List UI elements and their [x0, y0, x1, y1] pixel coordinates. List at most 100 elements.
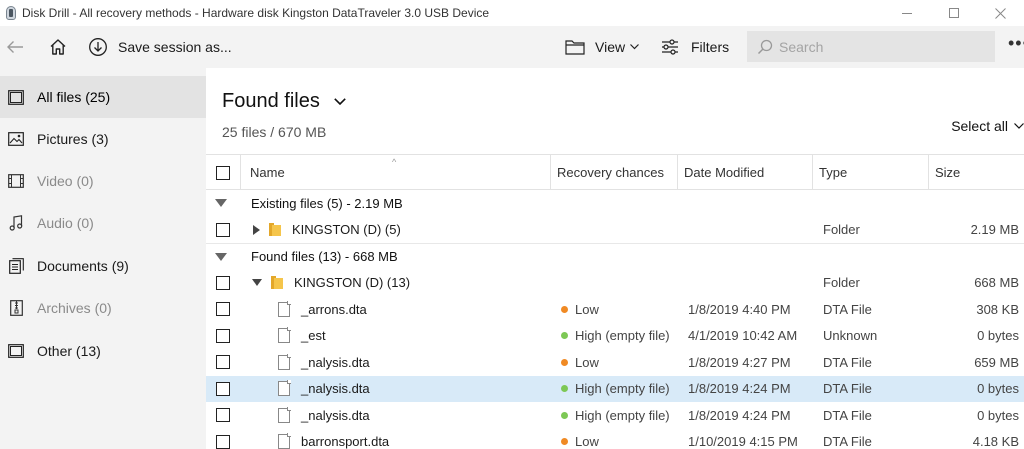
recovery-text: Low — [575, 301, 599, 317]
row-size: 4.18 KB — [972, 434, 1019, 449]
sidebar: All files (25) Pictures (3) Video (0) Au… — [0, 68, 206, 449]
file-icon — [278, 300, 291, 317]
column-header-type[interactable]: Type — [812, 155, 928, 190]
sidebar-item-pictures[interactable]: Pictures (3) — [0, 118, 206, 160]
sidebar-item-other[interactable]: Other (13) — [0, 330, 206, 372]
row-checkbox[interactable] — [216, 355, 230, 369]
close-button[interactable] — [977, 0, 1024, 26]
expanded-triangle-icon[interactable] — [252, 279, 262, 287]
filters-label: Filters — [691, 39, 730, 55]
row-name-text: _nalysis.dta — [301, 407, 370, 423]
video-icon — [8, 173, 24, 189]
column-name-label: Name — [250, 165, 285, 180]
found-files-title-dropdown[interactable]: Found files — [222, 90, 346, 113]
row-size: 668 MB — [974, 275, 1019, 291]
recovery-status-dot — [561, 332, 568, 340]
row-name-text: _nalysis.dta — [301, 354, 370, 370]
row-name: _est — [278, 327, 326, 344]
row-size: 0 bytes — [977, 407, 1019, 423]
close-icon — [995, 7, 1006, 19]
search-box[interactable] — [747, 31, 995, 62]
row-name-text: barronsport.dta — [301, 434, 390, 449]
table-row[interactable]: KINGSTON (D) (5) Folder 2.19 MB — [206, 217, 1024, 244]
toolbar: Save session as... View Filters ••• — [0, 26, 1024, 68]
group-header-existing-files[interactable]: Existing files (5) - 2.19 MB — [206, 190, 1024, 217]
row-name-text: _est — [301, 328, 326, 344]
more-options-button[interactable]: ••• — [1008, 34, 1024, 56]
recovery-text: High (empty file) — [575, 328, 670, 344]
chevron-down-icon — [334, 98, 346, 105]
select-all-dropdown[interactable]: Select all — [951, 118, 1024, 134]
table-header: Name ^ Recovery chances Date Modified Ty… — [206, 154, 1024, 190]
row-size: 308 KB — [976, 301, 1019, 317]
table-row[interactable]: barronsport.dta Low 1/10/2019 4:15 PM DT… — [206, 429, 1024, 449]
row-recovery-chance: Low — [561, 302, 599, 317]
row-recovery-chance: High (empty file) — [561, 381, 670, 396]
row-name: _nalysis.dta — [278, 353, 370, 370]
row-name-text: _nalysis.dta — [301, 381, 370, 397]
sidebar-item-label: Pictures (3) — [37, 131, 109, 147]
column-header-recovery[interactable]: Recovery chances — [550, 155, 677, 190]
row-name: _arrons.dta — [278, 300, 367, 317]
table-row[interactable]: _nalysis.dta Low 1/8/2019 4:27 PM DTA Fi… — [206, 349, 1024, 376]
row-checkbox[interactable] — [216, 222, 230, 237]
column-size-label: Size — [935, 165, 961, 180]
column-header-date[interactable]: Date Modified — [677, 155, 812, 190]
row-name-text: KINGSTON (D) (5) — [292, 222, 401, 238]
filters-button[interactable]: Filters — [661, 33, 729, 61]
title-bar: Disk Drill - All recovery methods - Hard… — [0, 0, 1024, 26]
group-header-found-files[interactable]: Found files (13) - 668 MB — [206, 243, 1024, 270]
table-row[interactable]: KINGSTON (D) (13) Folder 668 MB — [206, 270, 1024, 297]
recovery-text: High (empty file) — [575, 381, 670, 397]
collapse-triangle-icon[interactable] — [215, 252, 227, 261]
disk-drill-app-icon — [5, 6, 17, 20]
sidebar-item-video[interactable]: Video (0) — [0, 160, 206, 202]
sidebar-item-all-files[interactable]: All files (25) — [0, 76, 206, 118]
collapse-triangle-icon[interactable] — [215, 199, 227, 208]
table-row[interactable]: _est High (empty file) 4/1/2019 10:42 AM… — [206, 323, 1024, 350]
sidebar-item-documents[interactable]: Documents (9) — [0, 245, 206, 287]
column-header-size[interactable]: Size — [928, 155, 1024, 190]
main-panel: Found files 25 files / 670 MB Select all… — [206, 68, 1024, 449]
recovery-status-dot — [561, 358, 568, 366]
header-checkbox[interactable] — [216, 165, 230, 180]
back-button[interactable] — [2, 34, 28, 60]
row-checkbox[interactable] — [216, 328, 230, 343]
table-row[interactable]: _arrons.dta Low 1/8/2019 4:40 PM DTA Fil… — [206, 296, 1024, 323]
sort-ascending-icon: ^ — [392, 157, 397, 167]
chevron-down-icon — [630, 44, 640, 50]
sidebar-item-archives[interactable]: Archives (0) — [0, 287, 206, 329]
expand-triangle-icon[interactable] — [253, 224, 260, 235]
row-name-text: KINGSTON (D) (13) — [294, 275, 411, 291]
maximize-button[interactable] — [930, 0, 977, 26]
home-button[interactable] — [44, 34, 72, 60]
sidebar-item-audio[interactable]: Audio (0) — [0, 202, 206, 244]
header-select-all-checkbox-cell[interactable] — [216, 155, 236, 190]
row-name: _nalysis.dta — [278, 406, 370, 423]
minimize-button[interactable] — [883, 0, 930, 26]
row-checkbox[interactable] — [216, 381, 230, 396]
recovery-status-dot — [561, 411, 568, 419]
table-row[interactable]: _nalysis.dta High (empty file) 1/8/2019 … — [206, 402, 1024, 429]
search-input[interactable] — [779, 38, 979, 55]
sidebar-item-label: Documents (9) — [37, 258, 129, 274]
save-session-button[interactable]: Save session as... — [88, 33, 232, 61]
row-checkbox[interactable] — [216, 275, 230, 290]
column-recovery-label: Recovery chances — [557, 165, 664, 180]
home-icon — [50, 39, 66, 55]
other-icon — [8, 343, 24, 359]
search-icon — [757, 39, 773, 54]
folder-outline-icon — [565, 40, 585, 55]
table-row-selected[interactable]: _nalysis.dta High (empty file) 1/8/2019 … — [206, 375, 1024, 402]
row-checkbox[interactable] — [216, 302, 230, 316]
file-table: Name ^ Recovery chances Date Modified Ty… — [206, 154, 1024, 449]
row-checkbox[interactable] — [216, 434, 230, 449]
row-date: 1/8/2019 4:40 PM — [688, 301, 791, 317]
view-menu-button[interactable]: View — [565, 33, 640, 61]
row-size: 659 MB — [974, 354, 1019, 370]
row-recovery-chance: Low — [561, 434, 599, 449]
row-date: 1/8/2019 4:27 PM — [688, 354, 791, 370]
view-label: View — [595, 39, 626, 55]
save-session-label: Save session as... — [118, 39, 232, 55]
row-checkbox[interactable] — [216, 408, 230, 422]
